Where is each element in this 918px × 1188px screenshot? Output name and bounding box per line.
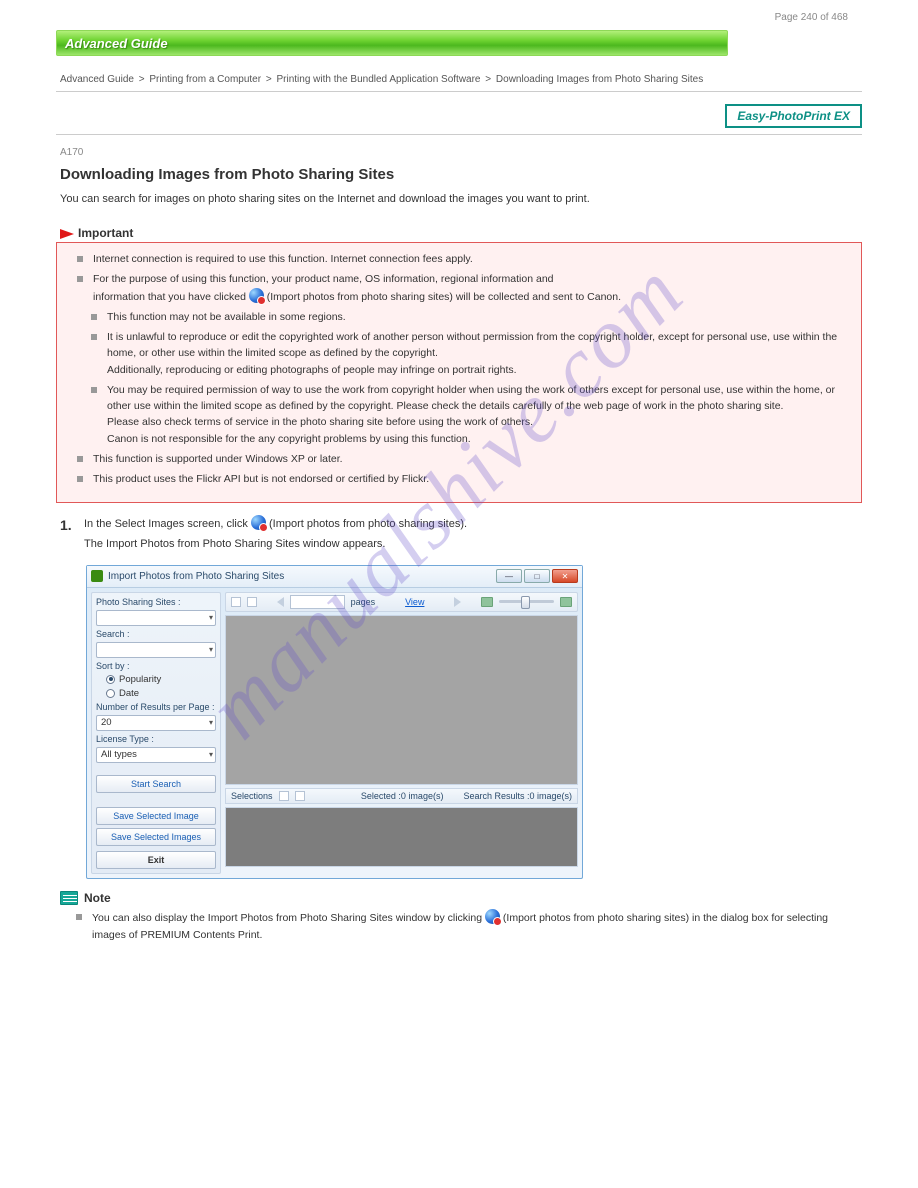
select-all-icon[interactable] <box>279 791 289 801</box>
save-selected-image-button[interactable]: Save Selected Image <box>96 807 216 825</box>
step-line: The Import Photos from Photo Sharing Sit… <box>84 536 467 553</box>
view-link[interactable]: View <box>405 597 424 607</box>
license-type-label: License Type : <box>96 734 216 744</box>
header-title: Advanced Guide <box>65 36 168 51</box>
sort-date-radio[interactable]: Date <box>96 688 216 699</box>
important-item: This product uses the Flickr API but is … <box>77 471 849 487</box>
window-icon <box>91 570 103 582</box>
grid-view-icon[interactable] <box>231 597 241 607</box>
step-1: 1. In the Select Images screen, click (I… <box>60 515 862 557</box>
search-panel: Photo Sharing Sites : Search : Sort by :… <box>91 592 221 874</box>
globe-download-icon <box>485 909 500 924</box>
num-results-label: Number of Results per Page : <box>96 702 216 712</box>
thumb-small-icon[interactable] <box>481 597 493 607</box>
import-photos-dialog: Import Photos from Photo Sharing Sites —… <box>86 565 583 879</box>
thumbnail-area[interactable] <box>225 615 578 785</box>
easy-photoprint-ex-badge: Easy-PhotoPrint EX <box>725 104 862 128</box>
divider <box>56 134 862 135</box>
note-icon <box>60 891 78 905</box>
photo-sharing-sites-select[interactable] <box>96 610 216 626</box>
prev-page-icon[interactable] <box>277 597 284 607</box>
search-input[interactable] <box>96 642 216 658</box>
deselect-all-icon[interactable] <box>295 791 305 801</box>
sortby-label: Sort by : <box>96 661 216 671</box>
important-item: You may be required permission of way to… <box>91 382 849 447</box>
radio-icon <box>106 689 115 698</box>
globe-download-icon <box>251 515 266 530</box>
search-label: Search : <box>96 629 216 639</box>
minimize-button[interactable]: — <box>496 569 522 583</box>
photo-sharing-sites-label: Photo Sharing Sites : <box>96 597 216 607</box>
doc-code: A170 <box>56 147 862 158</box>
dialog-titlebar: Import Photos from Photo Sharing Sites —… <box>87 566 582 588</box>
important-item: For the purpose of using this function, … <box>77 271 849 305</box>
breadcrumb: Advanced Guide > Printing from a Compute… <box>56 72 862 87</box>
license-type-select[interactable]: All types <box>96 747 216 763</box>
important-heading: Important <box>60 226 862 240</box>
divider <box>56 91 862 92</box>
close-button[interactable]: ✕ <box>552 569 578 583</box>
save-selected-images-button[interactable]: Save Selected Images <box>96 828 216 846</box>
sort-popularity-radio[interactable]: Popularity <box>96 674 216 685</box>
important-item: It is unlawful to reproduce or edit the … <box>91 329 849 378</box>
important-item: This function is supported under Windows… <box>77 451 849 467</box>
flag-icon <box>60 229 74 239</box>
window-title: Import Photos from Photo Sharing Sites <box>108 571 496 582</box>
pages-label: pages <box>351 597 376 607</box>
list-view-icon[interactable] <box>247 597 257 607</box>
header-bar: Advanced Guide <box>56 30 728 56</box>
next-page-icon[interactable] <box>454 597 461 607</box>
breadcrumb-part: Downloading Images from Photo Sharing Si… <box>496 74 703 85</box>
num-results-select[interactable]: 20 <box>96 715 216 731</box>
step-number: 1. <box>60 515 78 557</box>
selections-label: Selections <box>231 791 273 801</box>
important-item: This function may not be available in so… <box>91 309 849 325</box>
note-heading: Note <box>60 891 862 906</box>
exit-button[interactable]: Exit <box>96 851 216 869</box>
results-count: Search Results :0 image(s) <box>463 791 572 801</box>
globe-download-icon <box>249 288 264 303</box>
maximize-button[interactable]: □ <box>524 569 550 583</box>
important-box: Internet connection is required to use t… <box>56 242 862 502</box>
selected-count: Selected :0 image(s) <box>361 791 444 801</box>
breadcrumb-part: Printing with the Bundled Application So… <box>276 74 480 85</box>
zoom-slider[interactable] <box>499 600 554 603</box>
selection-bar: Selections Selected :0 image(s) Search R… <box>225 788 578 804</box>
page-indicator[interactable] <box>290 595 345 609</box>
thumb-large-icon[interactable] <box>560 597 572 607</box>
page-number: Page 240 of 468 <box>775 12 848 23</box>
start-search-button[interactable]: Start Search <box>96 775 216 793</box>
note-box: You can also display the Import Photos f… <box>56 909 862 943</box>
note-item: You can also display the Import Photos f… <box>76 909 862 943</box>
intro-paragraph: You can search for images on photo shari… <box>60 191 862 208</box>
breadcrumb-part: Advanced Guide <box>60 74 134 85</box>
important-item: Internet connection is required to use t… <box>77 251 849 267</box>
selection-area[interactable] <box>225 807 578 867</box>
radio-icon <box>106 675 115 684</box>
breadcrumb-part: Printing from a Computer <box>149 74 261 85</box>
thumbnail-toolbar: pages View <box>225 592 578 612</box>
page-title: Downloading Images from Photo Sharing Si… <box>56 166 862 183</box>
